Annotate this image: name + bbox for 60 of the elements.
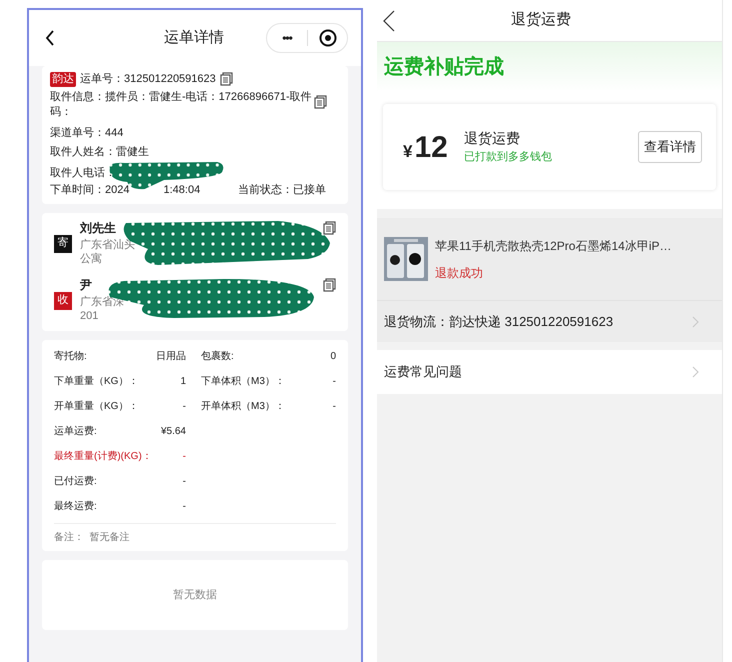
back-icon[interactable] bbox=[383, 10, 395, 32]
detail-label: 下单重量（KG）： bbox=[54, 374, 138, 389]
detail-value: - bbox=[182, 400, 186, 414]
detail-value: - bbox=[182, 450, 186, 464]
copy-icon[interactable] bbox=[220, 72, 233, 86]
party-address: 公寓 bbox=[80, 252, 102, 266]
pickup-name: 取件人姓名：雷健生 bbox=[50, 145, 150, 160]
detail-label: 寄托物: bbox=[54, 350, 87, 364]
order-time: 下单时间：2024 bbox=[50, 183, 130, 198]
logistics-text: 退货物流：韵达快递 312501220591623 bbox=[384, 312, 614, 331]
empty-text: 暂无数据 bbox=[173, 588, 217, 603]
more-button[interactable]: ••• bbox=[267, 29, 307, 47]
refund-amount: ¥12 bbox=[403, 130, 448, 166]
refund-status: 退款成功 bbox=[435, 264, 484, 282]
faq-row[interactable]: 运费常见问题 bbox=[377, 350, 722, 394]
logistics-row[interactable]: 退货物流：韵达快递 312501220591623 bbox=[377, 300, 722, 342]
pickup-info: 取件信息：揽件员：雷健生-电话：17266896671-取件码： bbox=[50, 90, 312, 120]
detail-label: 最终重量(计费)(KG)： bbox=[54, 450, 152, 464]
detail-value: - bbox=[332, 400, 336, 414]
carrier-tag: 韵达 bbox=[50, 72, 76, 86]
detail-value: 1 bbox=[180, 375, 186, 389]
remark-text: 备注： 暂无备注 bbox=[54, 532, 130, 543]
detail-value: - bbox=[182, 500, 186, 514]
faq-text: 运费常见问题 bbox=[384, 363, 462, 382]
back-icon[interactable] bbox=[45, 30, 55, 46]
chevron-right-icon bbox=[692, 316, 699, 328]
copy-icon[interactable] bbox=[314, 95, 327, 109]
detail-label: 已付运费: bbox=[54, 474, 97, 489]
fee-title: 退货运费 bbox=[464, 129, 521, 148]
party-address: 201 bbox=[80, 309, 98, 323]
product-row[interactable]: 苹果11手机壳散热壳12Pro石墨烯14冰甲iP… 退款成功 bbox=[377, 218, 722, 300]
order-status: 当前状态：已接单 bbox=[238, 183, 326, 198]
party-name: 刘先生 bbox=[80, 221, 116, 235]
detail-label: 下单体积（M3）： bbox=[201, 374, 285, 389]
detail-label: 开单重量（KG）： bbox=[54, 400, 138, 414]
detail-value: ¥5.64 bbox=[160, 425, 186, 439]
product-title: 苹果11手机壳散热壳12Pro石墨烯14冰甲iP… bbox=[435, 238, 672, 254]
target-icon[interactable] bbox=[319, 29, 337, 47]
copy-icon[interactable] bbox=[323, 278, 336, 292]
detail-label: 开单体积（M3）： bbox=[201, 400, 285, 414]
waybill-number: 运单号：312501220591623 bbox=[80, 72, 216, 86]
chevron-right-icon bbox=[692, 366, 699, 378]
detail-value: 日用品 bbox=[156, 350, 186, 364]
party-name: 尹 bbox=[80, 278, 92, 292]
party-tag: 寄 bbox=[54, 234, 72, 252]
detail-label: 运单运费: bbox=[54, 424, 97, 439]
view-details-button[interactable]: 查看详情 bbox=[638, 131, 702, 163]
fee-note: 已打款到多多钱包 bbox=[464, 150, 552, 166]
banner-title: 运费补贴完成 bbox=[384, 54, 504, 80]
detail-label: 最终运费: bbox=[54, 500, 97, 514]
detail-value: 0 bbox=[330, 350, 336, 364]
page-title: 运单详情 bbox=[164, 28, 224, 48]
detail-label: 包裹数: bbox=[201, 350, 234, 364]
page-title: 退货运费 bbox=[511, 10, 571, 30]
detail-value: - bbox=[182, 475, 186, 489]
detail-value: - bbox=[332, 375, 336, 389]
party-tag: 收 bbox=[54, 292, 72, 310]
copy-icon[interactable] bbox=[323, 221, 336, 235]
channel-number: 渠道单号：444 bbox=[50, 126, 124, 141]
order-time: 1:48:04 bbox=[163, 183, 200, 198]
